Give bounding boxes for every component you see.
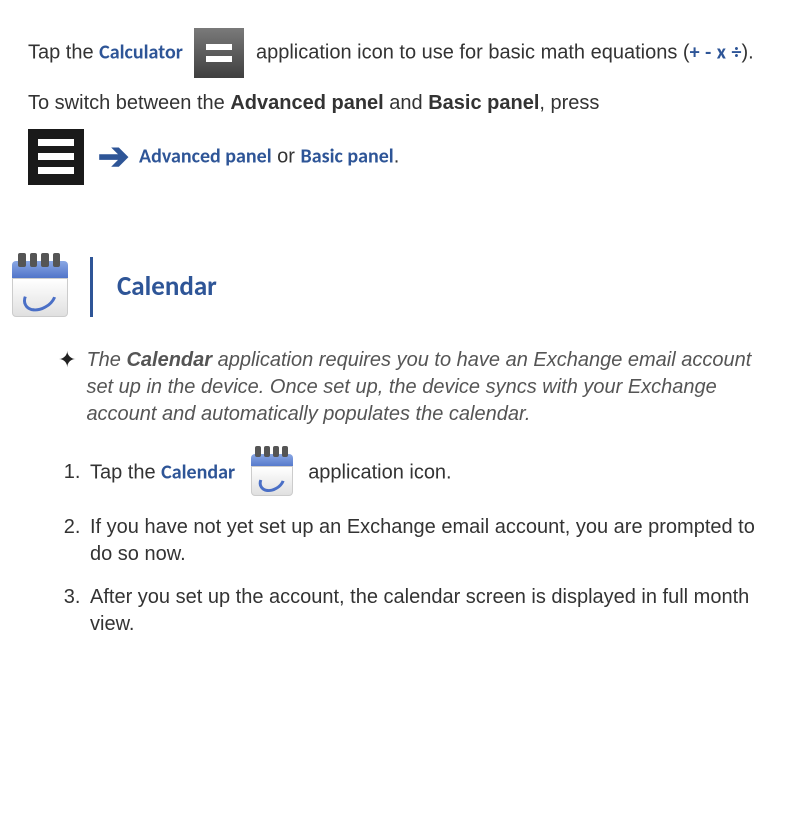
advanced-panel-link: Advanced panel bbox=[139, 144, 272, 168]
calendar-steps: Tap the Calendar application icon. If yo… bbox=[58, 448, 758, 638]
text: The bbox=[86, 349, 126, 371]
op-div: ÷ bbox=[732, 40, 742, 64]
step-3: After you set up the account, the calend… bbox=[86, 584, 758, 638]
calendar-note: ✦ The Calendar application requires you … bbox=[58, 347, 758, 428]
arrow-right-icon: ➔ bbox=[98, 138, 130, 176]
basic-panel-bold: Basic panel bbox=[428, 92, 539, 114]
step-2: If you have not yet set up an Exchange e… bbox=[86, 514, 758, 568]
section-title: Calendar bbox=[90, 257, 217, 317]
calculator-icon bbox=[194, 28, 244, 78]
calendar-section-header: Calendar bbox=[8, 255, 758, 319]
calculator-intro-paragraph: Tap the Calculator application icon to u… bbox=[28, 28, 758, 78]
note-text: The Calendar application requires you to… bbox=[86, 347, 758, 428]
calendar-label: Calendar bbox=[161, 460, 235, 484]
calendar-bold: Calendar bbox=[126, 349, 212, 371]
text: To switch between the bbox=[28, 92, 230, 114]
advanced-panel-bold: Advanced panel bbox=[230, 92, 383, 114]
calendar-icon bbox=[8, 255, 72, 319]
hamburger-menu-icon bbox=[28, 129, 84, 185]
text: . bbox=[394, 145, 400, 167]
op-plus: + bbox=[690, 40, 700, 64]
text: and bbox=[384, 92, 428, 114]
step-1: Tap the Calendar application icon. bbox=[86, 448, 758, 498]
text: application icon. bbox=[308, 461, 451, 483]
text: ). bbox=[742, 41, 754, 63]
op-mult: x bbox=[717, 40, 726, 64]
calculator-label: Calculator bbox=[99, 40, 183, 64]
panel-switch-paragraph: To switch between the Advanced panel and… bbox=[28, 90, 758, 117]
note-star-icon: ✦ bbox=[58, 347, 76, 428]
text: or bbox=[272, 145, 301, 167]
text: application icon to use for basic math e… bbox=[256, 41, 690, 63]
calendar-icon bbox=[247, 448, 297, 498]
basic-panel-link: Basic panel bbox=[301, 144, 394, 168]
text: , press bbox=[539, 92, 599, 114]
text: Tap the bbox=[28, 41, 99, 63]
panel-switch-line: ➔ Advanced panel or Basic panel. bbox=[28, 129, 758, 185]
text: Tap the bbox=[90, 461, 161, 483]
